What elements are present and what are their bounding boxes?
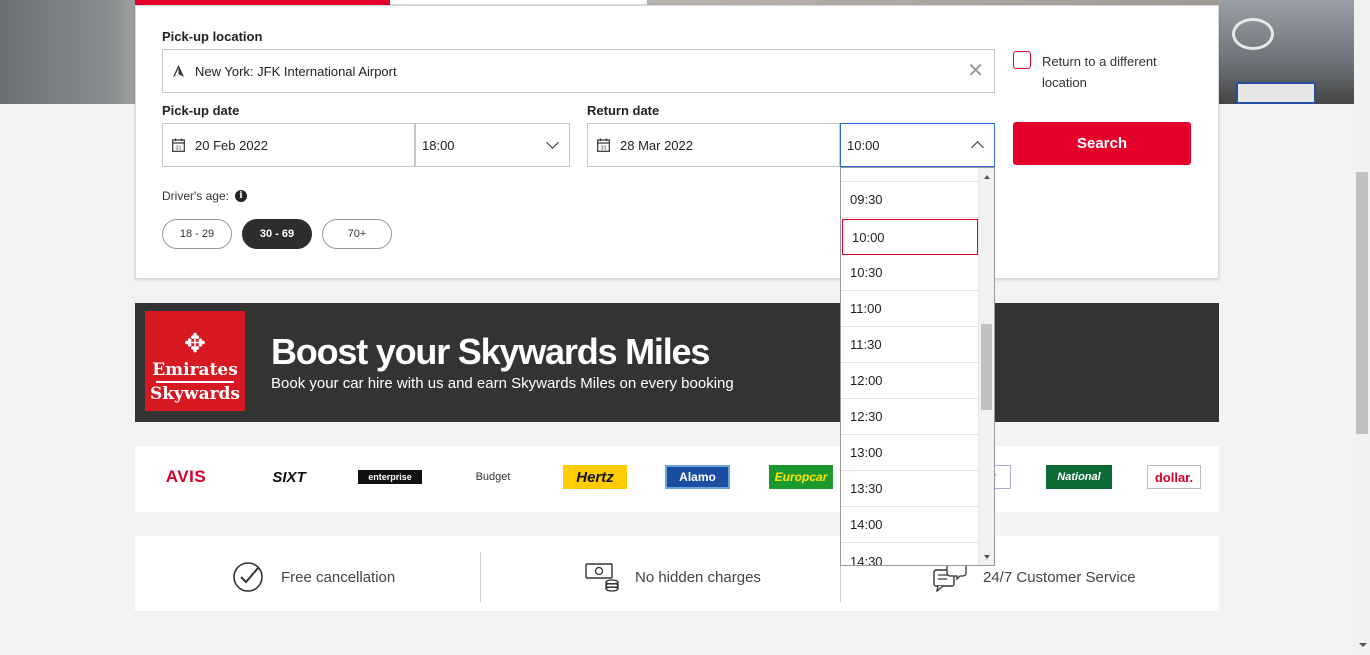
scroll-down-arrow-icon[interactable]	[984, 555, 990, 559]
chevron-up-icon	[971, 141, 984, 154]
brand-europcar: Europcar	[769, 465, 833, 489]
no-hidden-charges-text: No hidden charges	[635, 569, 761, 586]
time-option[interactable]: 11:00	[841, 291, 978, 327]
return-different-checkbox[interactable]	[1013, 51, 1031, 69]
return-different-label[interactable]: Return to a different location	[1042, 51, 1192, 93]
check-circle-icon	[232, 560, 266, 597]
time-option-selected[interactable]: 10:00	[842, 219, 978, 255]
customer-service-text: 24/7 Customer Service	[983, 569, 1136, 586]
brand-budget: Budget	[475, 471, 511, 483]
pickup-location-label: Pick-up location	[162, 29, 263, 44]
page-scroll-thumb[interactable]	[1356, 172, 1368, 434]
logo-line2: Skywards	[150, 384, 240, 404]
brand-sixt: SIXT	[272, 468, 306, 486]
logo-divider	[156, 381, 234, 383]
brand-national: National	[1046, 465, 1112, 489]
return-date-input[interactable]: 31 28 Mar 2022	[587, 123, 840, 167]
license-plate-image	[1236, 82, 1316, 104]
time-option[interactable]: 14:00	[841, 507, 978, 543]
pickup-location-input[interactable]: New York: JFK International Airport ✕	[162, 49, 995, 93]
time-option[interactable]: 09:00	[841, 168, 978, 182]
calendar-icon: 31	[171, 138, 185, 152]
page-scroll-down-icon[interactable]	[1359, 643, 1367, 647]
feature-divider	[480, 552, 481, 602]
time-option[interactable]: 09:30	[841, 182, 978, 218]
time-option[interactable]: 11:30	[841, 327, 978, 363]
time-option[interactable]: 12:00	[841, 363, 978, 399]
time-option[interactable]: 14:30	[841, 543, 978, 566]
time-option[interactable]: 13:30	[841, 471, 978, 507]
calendar-icon: 31	[596, 138, 610, 152]
banner-subtitle: Book your car hire with us and earn Skyw…	[271, 375, 734, 392]
info-icon[interactable]: i	[234, 190, 247, 202]
drivers-age-text: Driver's age:	[162, 189, 229, 203]
free-cancellation-text: Free cancellation	[281, 569, 396, 586]
page-scrollbar[interactable]	[1354, 0, 1370, 655]
money-icon	[585, 560, 621, 595]
search-button[interactable]: Search	[1013, 122, 1191, 165]
return-time-dropdown[interactable]: 09:00 09:30 10:00 10:30 11:00 11:30 12:0…	[840, 167, 995, 566]
brand-avis: AVIS	[165, 467, 207, 486]
age-option-30-69[interactable]: 30 - 69	[242, 219, 312, 249]
return-date-label: Return date	[587, 103, 660, 118]
dropdown-scroll-thumb[interactable]	[981, 324, 992, 410]
pickup-date-value: 20 Feb 2022	[195, 137, 269, 153]
pickup-location-value: New York: JFK International Airport	[195, 63, 397, 79]
scroll-up-arrow-icon[interactable]	[984, 175, 990, 179]
brand-alamo: Alamo	[665, 465, 730, 489]
pickup-time-value: 18:00	[422, 137, 455, 153]
return-date-value: 28 Mar 2022	[620, 137, 693, 153]
location-arrow-icon	[171, 64, 185, 78]
age-option-18-29[interactable]: 18 - 29	[162, 219, 232, 249]
pickup-date-label: Pick-up date	[162, 103, 240, 118]
time-option[interactable]: 13:00	[841, 435, 978, 471]
pickup-time-select[interactable]: 18:00	[415, 123, 570, 167]
dropdown-scrollbar[interactable]	[978, 168, 994, 565]
logo-line1: Emirates	[152, 360, 238, 380]
car-badge-icon	[1232, 18, 1274, 50]
return-time-select[interactable]: 10:00	[840, 123, 995, 167]
clear-icon[interactable]: ✕	[967, 61, 984, 81]
svg-text:31: 31	[600, 146, 606, 152]
brand-hertz: Hertz	[563, 465, 627, 489]
svg-text:31: 31	[175, 146, 181, 152]
brand-dollar: dollar.	[1147, 465, 1201, 489]
pickup-date-input[interactable]: 31 20 Feb 2022	[162, 123, 415, 167]
emirates-skywards-logo: ✥ Emirates Skywards	[145, 311, 245, 411]
return-time-value: 10:00	[847, 137, 880, 153]
time-option[interactable]: 12:30	[841, 399, 978, 435]
brand-enterprise: enterprise	[358, 470, 422, 484]
emirates-calligraphy-icon: ✥	[184, 329, 206, 359]
age-option-70-plus[interactable]: 70+	[322, 219, 392, 249]
chevron-down-icon	[546, 136, 559, 149]
banner-title: Boost your Skywards Miles	[271, 331, 710, 372]
drivers-age-label: Driver's age: i	[162, 189, 247, 203]
time-option[interactable]: 10:30	[841, 255, 978, 291]
